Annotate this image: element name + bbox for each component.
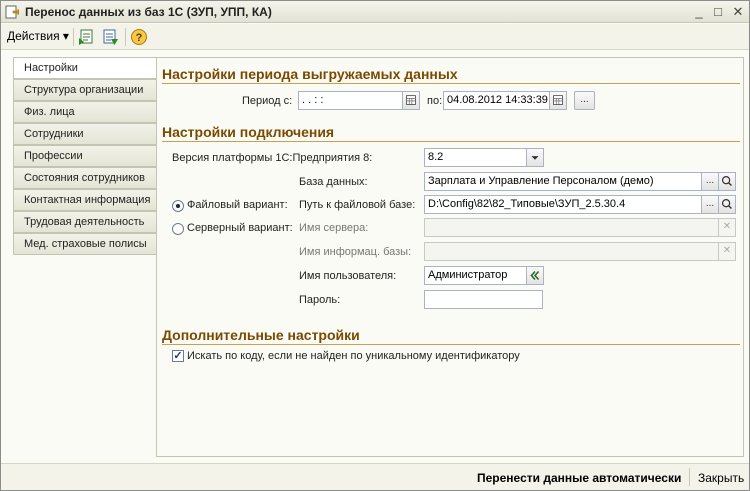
file-path-label: Путь к файловой базе:: [299, 199, 416, 211]
search-icon[interactable]: [718, 172, 736, 191]
footer-separator: [689, 468, 690, 486]
load-settings-icon[interactable]: [78, 28, 96, 46]
save-settings-icon[interactable]: [101, 28, 119, 46]
main-window: Перенос данных из баз 1С (ЗУП, УПП, КА) …: [0, 0, 750, 491]
period-select-button[interactable]: ...: [574, 91, 595, 110]
period-section-title: Настройки периода выгружаемых данных: [162, 66, 458, 82]
platform-version-select[interactable]: 8.2: [424, 148, 527, 167]
maximize-button[interactable]: □: [710, 4, 726, 20]
clear-icon[interactable]: ✕: [718, 218, 736, 237]
file-variant-label[interactable]: Файловый вариант:: [187, 199, 288, 211]
toolbar-separator: [125, 28, 126, 46]
file-path-input[interactable]: D:\Config\82\82_Типовые\ЗУП_2.5.30.4: [424, 195, 702, 214]
platform-version-label: Версия платформы 1С:Предприятия 8:: [172, 152, 373, 164]
calendar-icon[interactable]: [402, 91, 420, 110]
chevron-down-icon: ▾: [62, 29, 69, 43]
move-data-button[interactable]: Перенести данные автоматически: [477, 471, 681, 485]
server-variant-radio[interactable]: [172, 223, 184, 235]
tab-individuals[interactable]: Физ. лица: [13, 101, 157, 123]
database-input[interactable]: Зарплата и Управление Персоналом (демо): [424, 172, 702, 191]
app-icon: [5, 5, 19, 19]
clear-icon[interactable]: ✕: [718, 242, 736, 261]
close-window-button[interactable]: ✕: [730, 4, 746, 20]
tab-list: Настройки Структура организации Физ. лиц…: [13, 57, 157, 255]
minimize-button[interactable]: _: [691, 4, 707, 20]
tab-medical-policies[interactable]: Мед. страховые полисы: [13, 233, 157, 255]
infobase-name-input[interactable]: [424, 242, 719, 261]
help-glyph: ?: [136, 32, 143, 44]
tab-work-history[interactable]: Трудовая деятельность: [13, 211, 157, 233]
actions-menu[interactable]: Действия ▾: [7, 29, 69, 43]
actions-menu-label: Действия: [7, 29, 60, 43]
select-button[interactable]: ...: [701, 172, 719, 191]
dropdown-arrow-icon[interactable]: [526, 148, 544, 167]
close-button[interactable]: Закрыть: [698, 471, 744, 485]
search-by-code-label[interactable]: Искать по коду, если не найден по уникал…: [187, 350, 520, 362]
section-divider: [162, 344, 740, 345]
tab-contact-info[interactable]: Контактная информация: [13, 189, 157, 211]
period-from-input[interactable]: . . : :: [298, 91, 403, 110]
search-by-code-checkbox[interactable]: ✓: [172, 350, 184, 362]
footer-bar: Перенести данные автоматически Закрыть: [1, 463, 749, 490]
username-input[interactable]: Администратор: [424, 266, 527, 285]
tab-professions[interactable]: Профессии: [13, 145, 157, 167]
tab-employees[interactable]: Сотрудники: [13, 123, 157, 145]
search-icon[interactable]: [718, 195, 736, 214]
server-variant-label[interactable]: Серверный вариант:: [187, 222, 293, 234]
help-icon[interactable]: ?: [130, 28, 148, 46]
period-from-label: Период с:: [242, 95, 293, 107]
section-divider: [162, 141, 740, 142]
period-to-label: по:: [427, 95, 443, 107]
toolbar-separator: [73, 28, 74, 46]
tab-employee-states[interactable]: Состояния сотрудников: [13, 167, 157, 189]
connection-section-title: Настройки подключения: [162, 124, 335, 140]
title-bar: Перенос данных из баз 1С (ЗУП, УПП, КА) …: [1, 1, 749, 23]
tab-settings[interactable]: Настройки: [13, 57, 157, 79]
server-name-label: Имя сервера:: [299, 222, 369, 234]
section-divider: [162, 83, 740, 84]
password-label: Пароль:: [299, 294, 341, 306]
file-variant-radio[interactable]: [172, 200, 184, 212]
password-input[interactable]: [424, 290, 543, 309]
username-label: Имя пользователя:: [299, 270, 397, 282]
calendar-icon[interactable]: [549, 91, 567, 110]
settings-panel: Настройки периода выгружаемых данных Пер…: [156, 57, 744, 457]
period-to-input[interactable]: 04.08.2012 14:33:39: [443, 91, 551, 110]
database-label: База данных:: [299, 176, 368, 188]
extra-section-title: Дополнительные настройки: [162, 327, 360, 343]
tab-org-structure[interactable]: Структура организации: [13, 79, 157, 101]
toolbar: Действия ▾ ?: [1, 24, 749, 50]
window-title: Перенос данных из баз 1С (ЗУП, УПП, КА): [25, 5, 272, 19]
server-name-input[interactable]: [424, 218, 719, 237]
infobase-name-label: Имя информац. базы:: [299, 246, 412, 258]
double-chevron-left-icon[interactable]: [526, 266, 544, 285]
browse-button[interactable]: ...: [701, 195, 719, 214]
